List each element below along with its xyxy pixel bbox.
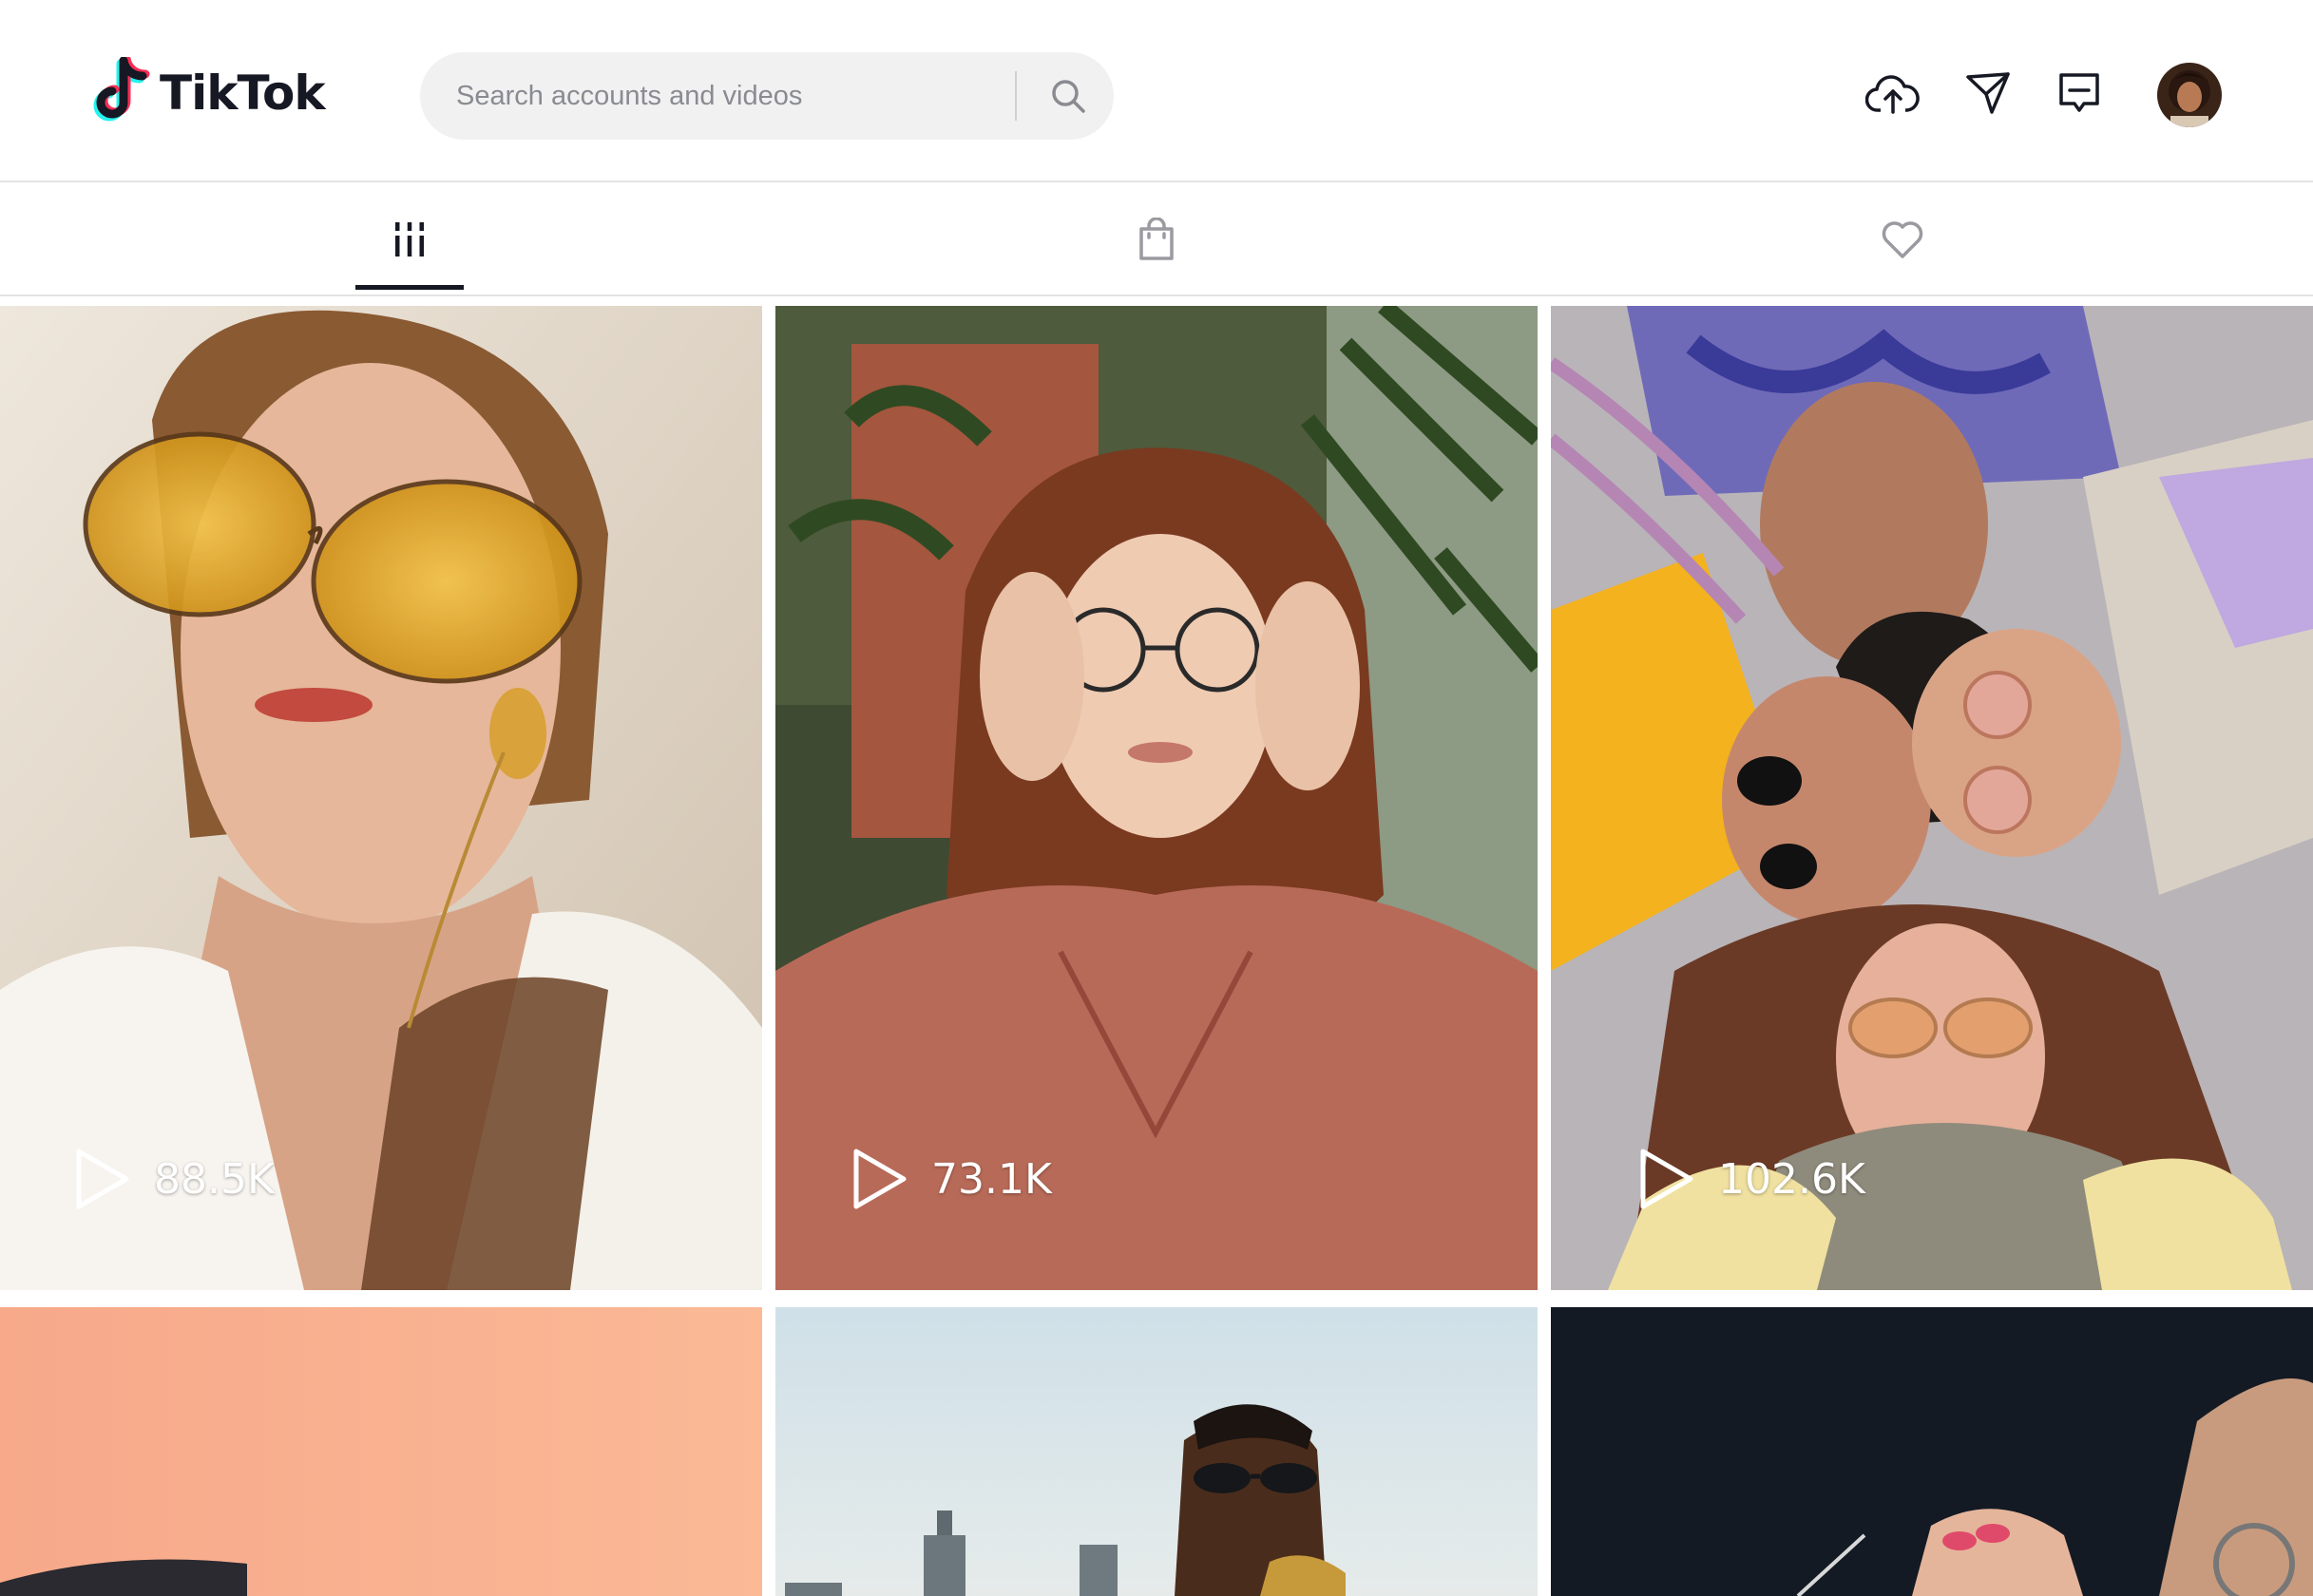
video-thumbnail-2[interactable]: 73.1K	[775, 306, 1538, 1290]
play-icon	[853, 1149, 907, 1209]
video-thumbnail-image	[0, 306, 762, 1290]
video-thumbnail-image	[1551, 1307, 2313, 1596]
user-avatar[interactable]	[2157, 63, 2222, 127]
shopping-bag-icon	[1139, 218, 1174, 260]
tiktok-logo-icon	[93, 57, 150, 122]
search-divider	[1015, 71, 1017, 121]
video-thumbnail-5[interactable]	[775, 1307, 1538, 1596]
search-bar	[420, 52, 1114, 140]
video-thumbnail-3[interactable]: 102.6K	[1551, 306, 2313, 1290]
view-count-label: 73.1K	[931, 1154, 1052, 1204]
tiktok-logo[interactable]: TikTok	[91, 55, 326, 131]
tab-videos[interactable]	[315, 184, 505, 294]
avatar-image	[2157, 63, 2222, 127]
view-count: 73.1K	[851, 1148, 1052, 1210]
view-count: 102.6K	[1638, 1148, 1865, 1210]
inbox-button[interactable]	[2051, 65, 2108, 122]
search-icon	[1052, 80, 1085, 113]
heart-icon	[1882, 221, 1923, 258]
view-count-label: 102.6K	[1718, 1154, 1865, 1204]
tab-liked[interactable]	[1807, 184, 1998, 294]
profile-tabs	[0, 184, 2313, 296]
inbox-icon	[2059, 73, 2099, 112]
video-thumbnail-6[interactable]	[1551, 1307, 2313, 1596]
video-thumbnail-image	[775, 306, 1538, 1290]
video-thumbnail-4[interactable]	[0, 1307, 762, 1596]
upload-button[interactable]	[1864, 65, 1921, 122]
play-icon	[76, 1149, 129, 1209]
active-tab-indicator	[355, 285, 464, 290]
video-thumbnail-image	[1551, 306, 2313, 1290]
video-thumbnail-image	[0, 1307, 762, 1596]
search-button[interactable]	[1038, 66, 1099, 126]
top-header: TikTok	[0, 0, 2313, 182]
messages-button[interactable]	[1959, 65, 2017, 122]
video-thumbnail-image	[775, 1307, 1538, 1596]
send-message-icon	[1966, 72, 2010, 114]
video-thumbnail-1[interactable]: 88.5K	[0, 306, 762, 1290]
view-count-label: 88.5K	[154, 1154, 275, 1204]
app-name: TikTok	[160, 66, 326, 121]
tab-shop[interactable]	[1061, 184, 1252, 294]
search-input[interactable]	[456, 52, 1026, 140]
play-icon	[1640, 1149, 1693, 1209]
upload-cloud-icon	[1865, 75, 1920, 114]
grid-bars-icon	[395, 222, 424, 256]
view-count: 88.5K	[74, 1148, 275, 1210]
